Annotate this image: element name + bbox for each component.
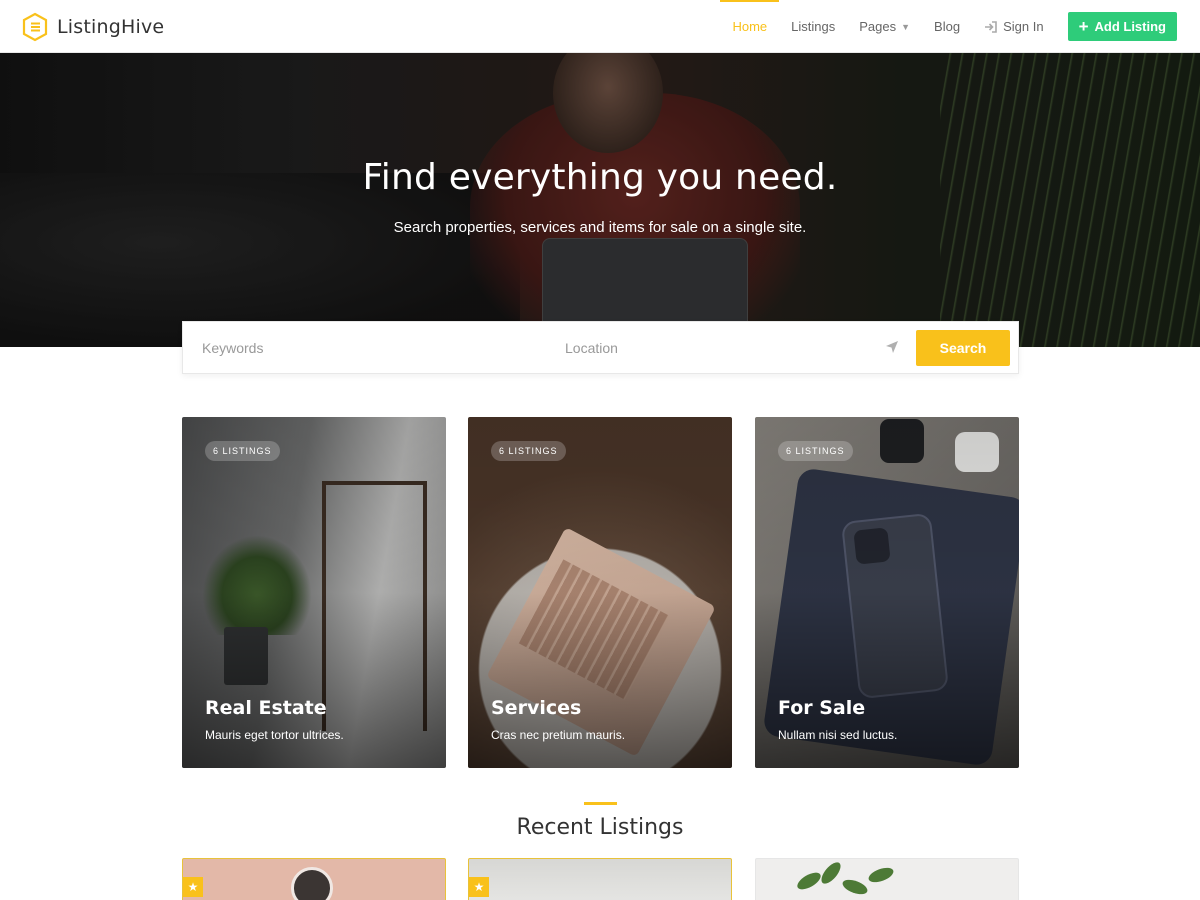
nav-pages-label: Pages [859, 19, 897, 34]
location-field [546, 321, 916, 374]
listing-card[interactable]: ★ [182, 858, 446, 900]
listing-count-badge: 6 LISTINGS [778, 441, 853, 461]
category-description: Cras nec pretium mauris. [491, 728, 626, 742]
star-icon: ★ [183, 877, 203, 897]
category-title: For Sale [778, 697, 866, 719]
nav-pages[interactable]: Pages ▼ [847, 0, 922, 53]
logo-text: ListingHive [57, 16, 165, 38]
add-listing-label: Add Listing [1094, 19, 1167, 34]
hero-title: Find everything you need. [362, 157, 838, 198]
nav-sign-in-label: Sign In [1003, 19, 1044, 34]
star-icon: ★ [469, 877, 489, 897]
nav-sign-in[interactable]: Sign In [972, 0, 1055, 53]
logo[interactable]: ListingHive [22, 12, 164, 42]
nav-blog-label: Blog [934, 19, 961, 34]
category-card-services[interactable]: 6 LISTINGS Services Cras nec pretium mau… [468, 417, 732, 768]
sign-in-icon [985, 20, 997, 33]
hero-overlay [0, 53, 1200, 347]
listing-card[interactable]: ★ [468, 858, 732, 900]
hero-subtitle: Search properties, services and items fo… [393, 219, 807, 236]
site-header: ListingHive Home Listings Pages ▼ Blog Si… [0, 0, 1200, 53]
plus-icon: + [1078, 17, 1089, 36]
leaf-image [794, 869, 824, 893]
search-bar: Search [182, 321, 1019, 374]
recent-listings-title: Recent Listings [516, 815, 684, 840]
section-accent-line [584, 802, 617, 805]
leaf-image [818, 859, 844, 887]
search-button[interactable]: Search [916, 329, 1010, 366]
category-description: Mauris eget tortor ultrices. [205, 728, 344, 742]
hero-banner: Find everything you need. Search propert… [0, 53, 1200, 347]
location-input[interactable] [546, 321, 916, 374]
category-description: Nullam nisi sed luctus. [778, 728, 898, 742]
nav-blog[interactable]: Blog [922, 0, 972, 53]
category-card-real-estate[interactable]: 6 LISTINGS Real Estate Mauris eget torto… [182, 417, 446, 768]
location-arrow-icon[interactable] [884, 339, 900, 355]
nav-listings[interactable]: Listings [779, 0, 847, 53]
chevron-down-icon: ▼ [901, 21, 911, 32]
category-title: Services [491, 697, 582, 719]
listing-count-badge: 6 LISTINGS [491, 441, 566, 461]
mirror-image [291, 867, 333, 900]
listing-card[interactable] [755, 858, 1019, 900]
category-title: Real Estate [205, 697, 327, 719]
nav-listings-label: Listings [791, 19, 836, 34]
add-listing-button[interactable]: + Add Listing [1067, 12, 1177, 41]
nav-home[interactable]: Home [720, 0, 779, 53]
keywords-input[interactable] [183, 321, 546, 374]
listing-count-badge: 6 LISTINGS [205, 441, 280, 461]
nav-home-label: Home [732, 19, 768, 34]
logo-hexagon-icon [22, 12, 48, 42]
main-nav: Home Listings Pages ▼ Blog Sign In + Add … [720, 0, 1200, 53]
leaf-image [866, 864, 896, 886]
leaf-image [840, 876, 870, 898]
category-card-for-sale[interactable]: 6 LISTINGS For Sale Nullam nisi sed luct… [755, 417, 1019, 768]
